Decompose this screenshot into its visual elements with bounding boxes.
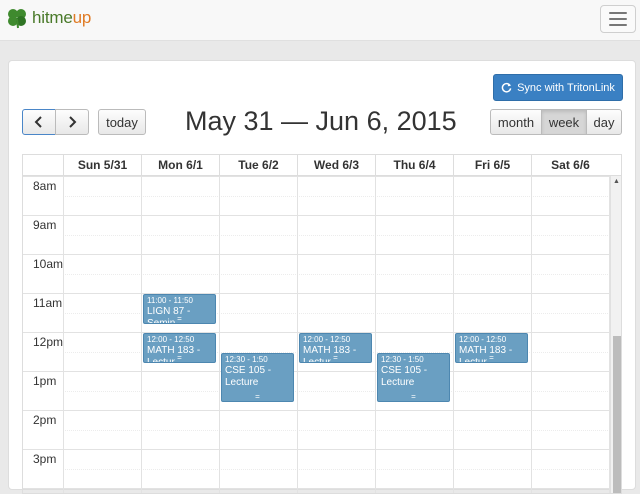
- hour-line: [23, 449, 610, 450]
- event-time: 12:30 - 1:50: [381, 354, 424, 364]
- half-hour-line: [63, 468, 610, 470]
- event-resize-handle[interactable]: =: [378, 392, 449, 401]
- day-header: Sun 5/31: [63, 155, 141, 175]
- scroll-thumb[interactable]: [613, 336, 621, 493]
- half-hour-line: [63, 429, 610, 431]
- clover-icon: [8, 9, 26, 29]
- day-column-line: [219, 176, 220, 493]
- hamburger-menu-icon: [609, 12, 627, 14]
- event-resize-handle[interactable]: =: [300, 353, 371, 362]
- event-title: CSE 105 - Lecture: [381, 364, 428, 388]
- hour-line: [23, 293, 610, 294]
- hour-line: [23, 215, 610, 216]
- time-label: 3pm: [33, 452, 57, 466]
- time-grid: 8am 9am 10am 11am 12pm 1pm 2pm 3pm 11:00 - 11:50…: [23, 176, 610, 493]
- chevron-right-icon: [69, 116, 77, 128]
- event-time: 11:00 - 11:50: [147, 296, 193, 305]
- day-column-line: [531, 176, 532, 493]
- calendar-panel: Sync with TritonLink today May 31 — Jun …: [8, 60, 636, 494]
- brand-name: hitmeup: [32, 8, 92, 27]
- calendar-event[interactable]: 12:30 - 1:50 CSE 105 - Lecture =: [377, 352, 450, 402]
- calendar-event[interactable]: 12:30 - 1:50 CSE 105 - Lecture =: [221, 352, 294, 402]
- day-column-line: [141, 176, 142, 493]
- view-week-button[interactable]: week: [541, 109, 587, 135]
- day-header: Fri 6/5: [453, 155, 531, 175]
- day-header: Sat 6/6: [531, 155, 609, 175]
- hour-line: [23, 254, 610, 255]
- day-header: Tue 6/2: [219, 155, 297, 175]
- sync-tritonlink-button[interactable]: Sync with TritonLink: [493, 74, 623, 101]
- day-column-line: [453, 176, 454, 493]
- time-label: 1pm: [33, 374, 57, 388]
- scroll-up-arrow-icon[interactable]: ▲: [613, 178, 620, 185]
- half-hour-line: [63, 273, 610, 275]
- event-time: 12:00 - 12:50: [303, 335, 351, 344]
- calendar-scrollbar[interactable]: ▲: [610, 176, 621, 493]
- calendar-event[interactable]: 12:00 - 12:50 MATH 183 - Lectur =: [455, 333, 528, 363]
- sync-label: Sync with TritonLink: [517, 81, 615, 94]
- calendar-event[interactable]: 12:00 - 12:50 MATH 183 - Lectur =: [299, 333, 372, 363]
- day-column-line: [63, 176, 64, 493]
- event-resize-handle[interactable]: =: [456, 353, 527, 362]
- event-resize-handle[interactable]: =: [222, 392, 293, 401]
- time-label: 9am: [33, 218, 57, 232]
- time-label: 10am: [33, 257, 64, 271]
- time-label: 8am: [33, 179, 57, 193]
- navbar: hitmeup: [0, 0, 640, 41]
- hour-line: [23, 488, 610, 489]
- refresh-icon: [501, 82, 512, 93]
- half-hour-line: [63, 234, 610, 236]
- time-label: 11am: [33, 296, 63, 310]
- time-label: 2pm: [33, 413, 57, 427]
- day-header: Thu 6/4: [375, 155, 453, 175]
- date-range-title: May 31 — Jun 6, 2015: [185, 106, 457, 136]
- day-header-row: Sun 5/31 Mon 6/1 Tue 6/2 Wed 6/3 Thu 6/4 Fri …: [23, 155, 621, 176]
- chevron-left-icon: [34, 116, 42, 128]
- hour-line: [23, 410, 610, 411]
- event-title: CSE 105 - Lecture: [225, 364, 272, 388]
- half-hour-line: [63, 195, 610, 197]
- event-resize-handle[interactable]: =: [144, 353, 215, 362]
- hour-line: [23, 176, 610, 177]
- day-column-line: [375, 176, 376, 493]
- view-month-button[interactable]: month: [490, 109, 542, 135]
- day-column-line: [297, 176, 298, 493]
- calendar-event[interactable]: 12:00 - 12:50 MATH 183 - Lectur =: [143, 333, 216, 363]
- day-header: Wed 6/3: [297, 155, 375, 175]
- event-resize-handle[interactable]: =: [144, 314, 215, 323]
- next-week-button[interactable]: [55, 109, 89, 135]
- view-day-button[interactable]: day: [586, 109, 622, 135]
- week-calendar: Sun 5/31 Mon 6/1 Tue 6/2 Wed 6/3 Thu 6/4 Fri …: [22, 154, 622, 494]
- today-button[interactable]: today: [98, 109, 146, 135]
- menu-button[interactable]: [600, 5, 636, 33]
- prev-week-button[interactable]: [22, 109, 56, 135]
- brand-logo[interactable]: hitmeup: [6, 7, 91, 29]
- calendar-event[interactable]: 11:00 - 11:50 LIGN 87 - Semin =: [143, 294, 216, 324]
- half-hour-line: [63, 390, 610, 392]
- event-time: 12:00 - 12:50: [147, 335, 195, 344]
- hour-line: [23, 371, 610, 372]
- day-header: Mon 6/1: [141, 155, 219, 175]
- event-time: 12:30 - 1:50: [225, 354, 268, 364]
- time-label: 12pm: [33, 335, 64, 349]
- event-time: 12:00 - 12:50: [459, 335, 507, 344]
